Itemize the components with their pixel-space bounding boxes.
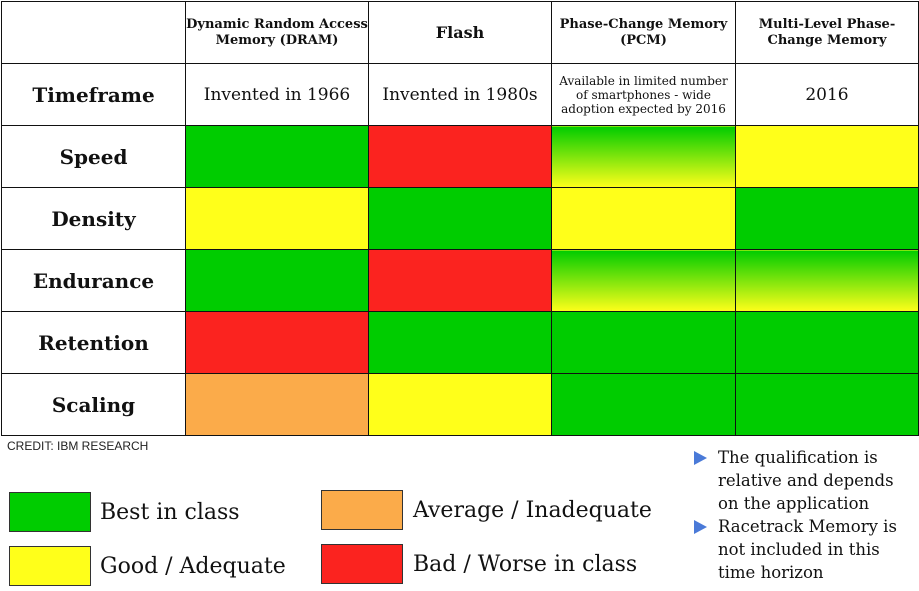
table-row-scaling: Scaling <box>1 373 919 436</box>
row-label-density: Density <box>1 187 186 250</box>
column-header-pcm: Phase-Change Memory (PCM) <box>551 1 736 64</box>
legend-label-bad: Bad / Worse in class <box>413 551 638 577</box>
legend-swatch-bad <box>321 544 403 584</box>
header-corner <box>1 1 186 64</box>
rating-cell-retention-pcm <box>551 311 736 374</box>
notes-list: The qualification is relative and depend… <box>692 446 917 584</box>
memory-comparison-table: Dynamic Random Access Memory (DRAM) Flas… <box>1 1 919 436</box>
row-label-scaling: Scaling <box>1 373 186 436</box>
rating-cell-endurance-flash <box>368 249 552 312</box>
rating-cell-speed-dram <box>185 125 369 188</box>
legend-swatch-good <box>9 546 91 586</box>
legend-label-good: Good / Adequate <box>100 553 286 579</box>
timeframe-dram: Invented in 1966 <box>185 63 369 126</box>
table-row-speed: Speed <box>1 125 919 188</box>
table-row-retention: Retention <box>1 311 919 374</box>
timeframe-flash: Invented in 1980s <box>368 63 552 126</box>
legend-item-bad: Bad / Worse in class <box>321 544 637 584</box>
rating-cell-retention-flash <box>368 311 552 374</box>
rating-cell-endurance-pcm <box>551 249 736 312</box>
rating-cell-retention-dram <box>185 311 369 374</box>
legend-swatch-best <box>9 492 91 532</box>
rating-cell-scaling-flash <box>368 373 552 436</box>
legend-item-average: Average / Inadequate <box>321 490 652 530</box>
legend-item-best: Best in class <box>9 492 240 532</box>
legend-item-good: Good / Adequate <box>9 546 286 586</box>
note-item: Racetrack Memory is not included in this… <box>692 515 917 584</box>
rating-cell-speed-pcm <box>551 125 736 188</box>
table-row-endurance: Endurance <box>1 249 919 312</box>
rating-cell-scaling-dram <box>185 373 369 436</box>
column-header-flash: Flash <box>368 1 552 64</box>
rating-cell-endurance-mlpcm <box>735 249 919 312</box>
rating-cell-speed-mlpcm <box>735 125 919 188</box>
row-label-speed: Speed <box>1 125 186 188</box>
rating-cell-density-pcm <box>551 187 736 250</box>
row-label-retention: Retention <box>1 311 186 374</box>
rating-cell-density-mlpcm <box>735 187 919 250</box>
column-header-mlpcm: Multi-Level Phase-Change Memory <box>735 1 919 64</box>
legend-swatch-average <box>321 490 403 530</box>
table-row-density: Density <box>1 187 919 250</box>
timeframe-pcm: Available in limited number of smartphon… <box>551 63 736 126</box>
rating-cell-density-dram <box>185 187 369 250</box>
rating-cell-endurance-dram <box>185 249 369 312</box>
rating-cell-scaling-pcm <box>551 373 736 436</box>
rating-cell-scaling-mlpcm <box>735 373 919 436</box>
row-label-timeframe: Timeframe <box>1 63 186 126</box>
note-text: Racetrack Memory is not included in this… <box>718 517 897 582</box>
triangle-bullet-icon <box>694 451 707 465</box>
note-item: The qualification is relative and depend… <box>692 446 917 515</box>
credit-text: CREDIT: IBM RESEARCH <box>7 439 149 453</box>
rating-cell-speed-flash <box>368 125 552 188</box>
column-header-dram: Dynamic Random Access Memory (DRAM) <box>185 1 369 64</box>
row-label-endurance: Endurance <box>1 249 186 312</box>
legend-label-average: Average / Inadequate <box>413 497 652 523</box>
legend-label-best: Best in class <box>100 499 240 525</box>
note-text: The qualification is relative and depend… <box>718 448 894 513</box>
triangle-bullet-icon <box>694 520 707 534</box>
rating-cell-density-flash <box>368 187 552 250</box>
rating-cell-retention-mlpcm <box>735 311 919 374</box>
timeframe-mlpcm: 2016 <box>735 63 919 126</box>
